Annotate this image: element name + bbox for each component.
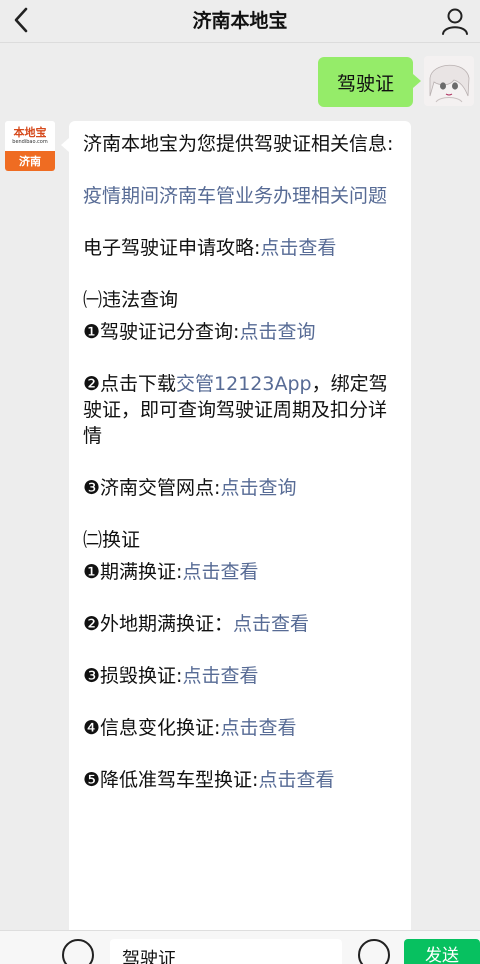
message-input[interactable]: 驾驶证 <box>110 939 342 964</box>
renew-info-change-row: ❹信息变化换证:点击查看 <box>83 715 397 741</box>
renew-nonlocal-label: ❷外地期满换证： <box>83 613 234 635</box>
traffic-office-row: ❸济南交管网点:点击查询 <box>83 475 397 501</box>
traffic-office-label: ❸济南交管网点: <box>83 477 221 499</box>
section-renewal-title: ㈡换证 <box>83 529 141 551</box>
renew-info-change-link[interactable]: 点击查看 <box>220 717 296 739</box>
avatar-brand: 本地宝 <box>13 126 47 139</box>
renew-downgrade-link[interactable]: 点击查看 <box>258 769 334 791</box>
renew-expiry-link[interactable]: 点击查看 <box>182 561 258 583</box>
user-avatar[interactable] <box>424 56 474 106</box>
voice-icon[interactable] <box>62 939 94 964</box>
bot-message-bubble: 济南本地宝为您提供驾驶证相关信息: 疫情期间济南车管业务办理相关问题 电子驾驶证… <box>61 121 411 951</box>
input-bar: 驾驶证 发送 <box>0 930 480 964</box>
avatar-city: 济南 <box>5 151 55 171</box>
renew-damaged-row: ❸损毁换证:点击查看 <box>83 663 397 689</box>
section-violation-title: ㈠违法查询 <box>83 289 179 311</box>
nav-bar: 济南本地宝 <box>0 0 480 43</box>
epidemic-link[interactable]: 疫情期间济南车管业务办理相关问题 <box>83 183 397 209</box>
page-title: 济南本地宝 <box>192 10 288 32</box>
user-profile-icon[interactable] <box>440 6 470 36</box>
bot-avatar[interactable]: 本地宝 bendibao.com 济南 <box>5 121 55 171</box>
renew-expiry-row: ❶期满换证:点击查看 <box>83 559 397 585</box>
app-download-link[interactable]: 交管12123App <box>176 373 312 395</box>
app-download-row: ❷点击下载交管12123App，绑定驾驶证，即可查询驾驶证周期及扣分详情 <box>83 371 397 449</box>
renew-damaged-link[interactable]: 点击查看 <box>182 665 258 687</box>
intro-text: 济南本地宝为您提供驾驶证相关信息: <box>83 133 394 155</box>
e-license-row: 电子驾驶证申请攻略:点击查看 <box>83 235 397 261</box>
user-message-text: 驾驶证 <box>337 72 395 95</box>
app-download-label: ❷点击下载 <box>83 373 177 395</box>
renew-downgrade-row: ❺降低准驾车型换证:点击查看 <box>83 767 397 793</box>
renew-damaged-label: ❸损毁换证: <box>83 665 183 687</box>
e-license-label: 电子驾驶证申请攻略: <box>83 237 261 259</box>
user-message-bubble: 驾驶证 <box>318 57 422 107</box>
avatar-domain: bendibao.com <box>12 139 48 145</box>
renew-nonlocal-link[interactable]: 点击查看 <box>233 613 309 635</box>
points-query-link[interactable]: 点击查询 <box>239 321 315 343</box>
renew-nonlocal-row: ❷外地期满换证：点击查看 <box>83 611 397 637</box>
renew-downgrade-label: ❺降低准驾车型换证: <box>83 769 259 791</box>
e-license-link[interactable]: 点击查看 <box>260 237 336 259</box>
renew-info-change-label: ❹信息变化换证: <box>83 717 221 739</box>
points-query-label: ❶驾驶证记分查询: <box>83 321 240 343</box>
traffic-office-link[interactable]: 点击查询 <box>220 477 296 499</box>
points-query-row: ❶驾驶证记分查询:点击查询 <box>83 319 397 345</box>
send-button[interactable]: 发送 <box>404 939 480 964</box>
emoji-icon[interactable] <box>358 939 390 964</box>
renew-expiry-label: ❶期满换证: <box>83 561 183 583</box>
